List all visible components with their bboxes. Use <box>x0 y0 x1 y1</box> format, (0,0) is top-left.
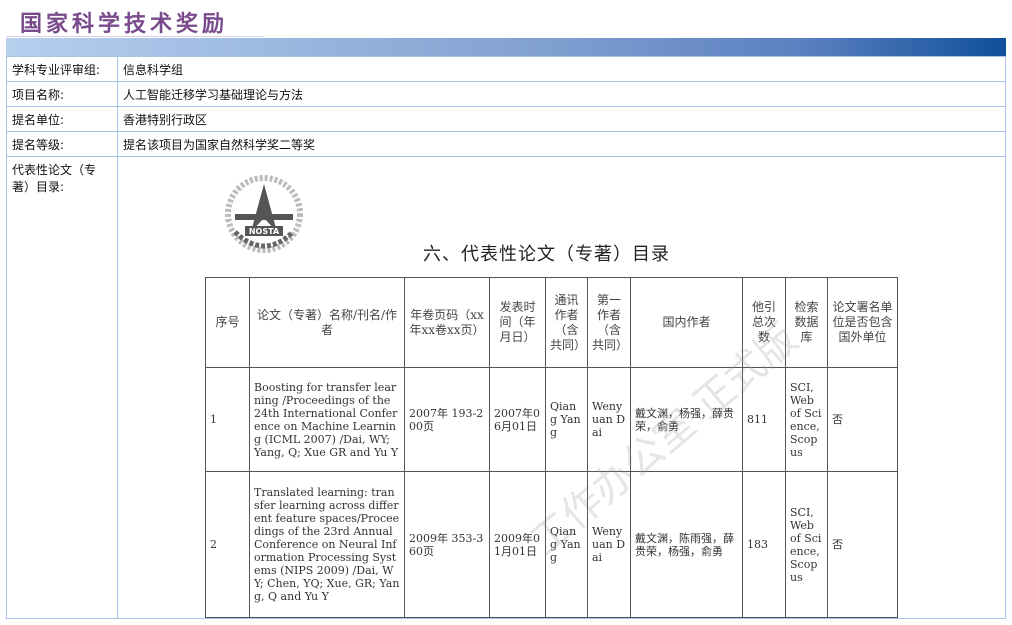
info-value: 香港特别行政区 <box>117 106 1006 132</box>
info-label: 学科专业评审组: <box>6 56 118 82</box>
table-cell: 2009年01月01日 <box>489 471 546 618</box>
papers-table: 序号 论文（专著）名称/刊名/作者 年卷页码（xx年xx卷xx页） 发表时间（年月日）… <box>205 277 898 618</box>
column-header: 检索数据库 <box>785 277 828 368</box>
info-label: 项目名称: <box>6 81 118 107</box>
nosta-logo-icon: NOSTA <box>225 175 303 253</box>
table-cell: Qiang Yang <box>545 471 588 618</box>
table-cell: 戴文渊，陈雨强，薛贵荣，杨强，俞勇 <box>630 471 743 618</box>
info-row: 学科专业评审组: 信息科学组 <box>6 56 1006 82</box>
column-header: 国内作者 <box>630 277 743 368</box>
column-header: 通讯作者（含共同） <box>545 277 588 368</box>
table-cell: SCI, Web of Science, Scopus <box>785 367 828 472</box>
table-cell: 1 <box>205 367 250 472</box>
info-row: 提名等级: 提名该项目为国家自然科学奖二等奖 <box>6 131 1006 157</box>
column-header: 论文（专著）名称/刊名/作者 <box>249 277 405 368</box>
document-image: NOSTA 六、代表性论文（专著）目录 序号 论文（专著）名称/刊名/作者 年卷页码… <box>205 168 900 620</box>
column-header: 论文署名单位是否包含国外单位 <box>827 277 898 368</box>
table-cell: 2009年 353-360页 <box>404 471 490 618</box>
svg-text:NOSTA: NOSTA <box>249 227 280 236</box>
table-cell: Translated learning: transfer learning a… <box>249 471 405 618</box>
table-cell: 否 <box>827 471 898 618</box>
info-value: 人工智能迁移学习基础理论与方法 <box>117 81 1006 107</box>
header-row: 序号 论文（专著）名称/刊名/作者 年卷页码（xx年xx卷xx页） 发表时间（年月日）… <box>205 277 898 368</box>
header-bar <box>6 38 1006 56</box>
info-row: 项目名称: 人工智能迁移学习基础理论与方法 <box>6 81 1006 107</box>
table-cell: Boosting for transfer learning /Proceedi… <box>249 367 405 472</box>
info-row: 提名单位: 香港特别行政区 <box>6 106 1006 132</box>
table-cell: 否 <box>827 367 898 472</box>
table-cell: 183 <box>742 471 786 618</box>
info-label: 代表性论文（专著）目录: <box>6 156 118 619</box>
table-cell: SCI, Web of Science, Scopus <box>785 471 828 618</box>
column-header: 第一作者（含共同） <box>587 277 631 368</box>
column-header: 他引总次数 <box>742 277 786 368</box>
table-cell: 2007年06月01日 <box>489 367 546 472</box>
table-row: 1 Boosting for transfer learning /Proceed… <box>205 367 898 472</box>
info-value: 提名该项目为国家自然科学奖二等奖 <box>117 131 1006 157</box>
table-cell: Wenyuan Dai <box>587 471 631 618</box>
page-title: 国家科学技术奖励 <box>20 12 229 37</box>
table-cell: 戴文渊，杨强，薛贵荣，俞勇 <box>630 367 743 472</box>
info-value: 信息科学组 <box>117 56 1006 82</box>
title-divider <box>6 36 264 37</box>
column-header: 发表时间（年月日） <box>489 277 546 368</box>
document-title: 六、代表性论文（专著）目录 <box>423 244 670 265</box>
table-cell: 811 <box>742 367 786 472</box>
info-label: 提名单位: <box>6 106 118 132</box>
table-cell: 2 <box>205 471 250 618</box>
column-header: 年卷页码（xx年xx卷xx页） <box>404 277 490 368</box>
info-label: 提名等级: <box>6 131 118 157</box>
column-header: 序号 <box>205 277 250 368</box>
table-cell: 2007年 193-200页 <box>404 367 490 472</box>
table-cell: Wenyuan Dai <box>587 367 631 472</box>
table-row: 2 Translated learning: transfer learning … <box>205 471 898 618</box>
table-cell: Qiang Yang <box>545 367 588 472</box>
